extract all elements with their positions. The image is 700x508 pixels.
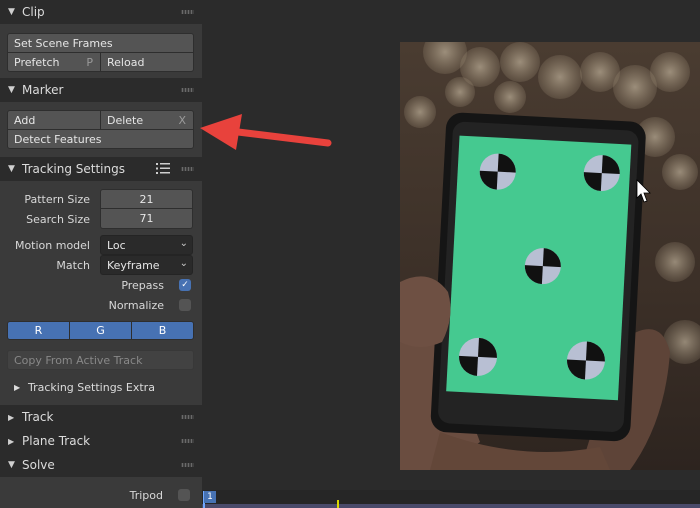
channel-green-label: G [96, 324, 105, 337]
timeline-track [202, 504, 700, 508]
channel-blue-toggle[interactable]: B [131, 321, 194, 340]
current-frame-badge: 1 [204, 491, 216, 503]
prepass-row[interactable]: Prepass ✓ [7, 275, 194, 295]
match-value: Keyframe [107, 258, 160, 272]
presets-list-icon[interactable] [156, 162, 170, 175]
current-frame-value: 1 [207, 492, 213, 502]
drag-grip-icon[interactable] [181, 439, 194, 443]
reload-button[interactable]: Reload [100, 52, 194, 72]
drag-grip-icon[interactable] [181, 88, 194, 92]
plane-track-panel-title: Plane Track [22, 434, 91, 448]
prefetch-shortcut: P [86, 55, 93, 69]
phone-tracking-scene [400, 42, 700, 470]
expand-right-icon: ▶ [8, 436, 15, 446]
prefetch-button[interactable]: Prefetch P [7, 52, 101, 72]
track-panel-title: Track [22, 410, 54, 424]
timeline-bar[interactable] [202, 490, 700, 508]
marker-panel-title: Marker [22, 83, 64, 97]
channel-green-toggle[interactable]: G [69, 321, 132, 340]
phone [430, 112, 646, 442]
pattern-size-label: Pattern Size [24, 192, 90, 206]
match-dropdown[interactable]: Keyframe ⌄ [100, 255, 193, 275]
match-label: Match [56, 258, 90, 272]
set-scene-frames-button[interactable]: Set Scene Frames [7, 33, 194, 53]
motion-model-value: Loc [107, 238, 126, 252]
chevron-down-icon: ⌄ [179, 258, 188, 269]
add-marker-label: Add [14, 113, 36, 127]
solve-panel-body: Tripod [0, 477, 202, 508]
search-size-value: 71 [139, 212, 154, 225]
collapse-down-icon: ▼ [8, 460, 15, 470]
channel-red-toggle[interactable]: R [7, 321, 70, 340]
tripod-row[interactable]: Tripod [7, 485, 194, 505]
collapse-down-icon: ▼ [8, 164, 15, 174]
add-marker-button[interactable]: Add [7, 110, 101, 130]
set-scene-frames-label: Set Scene Frames [14, 36, 113, 50]
tracking-settings-title: Tracking Settings [22, 162, 125, 176]
copy-from-active-track-button[interactable]: Copy From Active Track [7, 350, 194, 370]
motion-model-label: Motion model [14, 238, 90, 252]
clip-sidebar: ▼ Clip Set Scene Frames Prefetch P Reloa… [0, 0, 202, 508]
tripod-checkbox[interactable] [178, 489, 190, 501]
motion-model-dropdown[interactable]: Loc ⌄ [100, 235, 193, 255]
channel-red-label: R [34, 324, 43, 337]
tripod-label: Tripod [129, 488, 163, 502]
normalize-checkbox[interactable] [179, 299, 191, 311]
plane-track-panel-header[interactable]: ▶ Plane Track [0, 429, 202, 453]
drag-grip-icon[interactable] [181, 10, 194, 14]
clip-frame-image[interactable] [400, 42, 700, 470]
drag-grip-icon[interactable] [181, 167, 194, 171]
chevron-down-icon: ⌄ [179, 238, 188, 249]
search-size-field[interactable]: 71 [100, 209, 193, 229]
prefetch-label: Prefetch [14, 55, 60, 69]
marker-panel-header[interactable]: ▼ Marker [0, 78, 202, 102]
tracking-settings-panel-header[interactable]: ▼ Tracking Settings [0, 157, 202, 181]
expand-right-icon: ▶ [8, 412, 15, 422]
track-panel-header[interactable]: ▶ Track [0, 405, 202, 429]
delete-shortcut: X [178, 113, 186, 127]
channel-blue-label: B [158, 324, 167, 337]
prepass-checkbox[interactable]: ✓ [179, 279, 191, 291]
clip-panel-body: Set Scene Frames Prefetch P Reload [0, 24, 202, 78]
search-size-label: Search Size [26, 212, 90, 226]
tracking-settings-extra-header[interactable]: ▶ Tracking Settings Extra [7, 376, 194, 398]
channel-toggle-group: R G B [7, 321, 194, 340]
clip-panel-title: Clip [22, 5, 45, 19]
delete-marker-label: Delete [107, 113, 144, 127]
marker-panel-body: Add Delete X Detect Features [0, 102, 202, 157]
collapse-down-icon: ▼ [8, 85, 15, 95]
clip-panel-header[interactable]: ▼ Clip [0, 0, 202, 24]
pattern-size-value: 21 [139, 192, 154, 206]
pattern-size-field[interactable]: 21 [100, 189, 193, 209]
expand-right-icon: ▶ [14, 382, 21, 392]
reload-label: Reload [107, 55, 145, 69]
collapse-down-icon: ▼ [8, 7, 15, 17]
normalize-row[interactable]: Normalize [7, 295, 194, 315]
detect-features-button[interactable]: Detect Features [7, 129, 194, 149]
delete-marker-button[interactable]: Delete X [100, 110, 194, 130]
keyframe-marker [337, 500, 339, 508]
tracking-settings-panel-body: Pattern Size 21 Search Size 71 Motion mo… [0, 181, 202, 405]
detect-features-label: Detect Features [14, 132, 102, 146]
drag-grip-icon[interactable] [181, 463, 194, 467]
normalize-label: Normalize [108, 298, 164, 312]
annotation-arrow-icon [200, 114, 332, 150]
copy-from-active-track-label: Copy From Active Track [14, 353, 143, 367]
tracking-settings-extra-title: Tracking Settings Extra [28, 380, 155, 394]
drag-grip-icon[interactable] [181, 415, 194, 419]
solve-panel-title: Solve [22, 458, 55, 472]
prepass-label: Prepass [121, 278, 164, 292]
solve-panel-header[interactable]: ▼ Solve [0, 453, 202, 477]
